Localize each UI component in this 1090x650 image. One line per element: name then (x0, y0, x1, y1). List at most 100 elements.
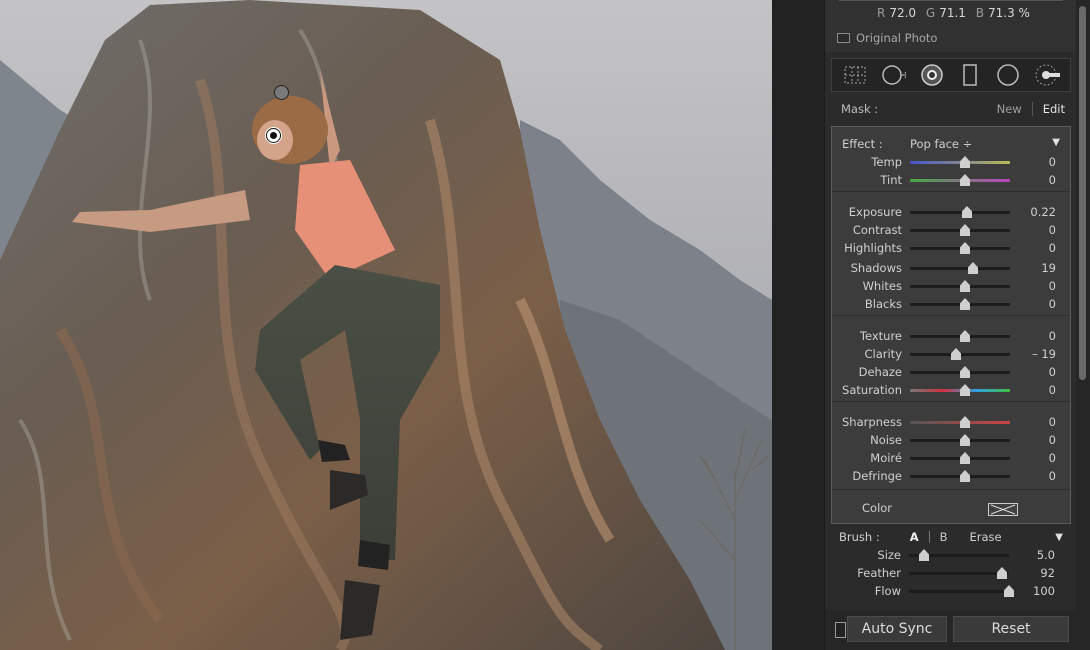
slider-track[interactable] (910, 285, 1010, 288)
slider-value[interactable]: 0 (1049, 415, 1056, 429)
slider-value[interactable]: 0 (1049, 279, 1056, 293)
original-photo-checkbox[interactable] (837, 33, 850, 43)
brush-collapse-triangle-icon[interactable]: ▼ (1055, 532, 1063, 543)
group-separator (832, 315, 1070, 316)
slider-track[interactable] (910, 389, 1010, 392)
slider-row-clarity: Clarity – 19 (832, 345, 1070, 363)
slider-track[interactable] (909, 554, 1009, 557)
slider-value[interactable]: 92 (1040, 566, 1055, 580)
slider-row-moir: Moiré 0 (832, 449, 1070, 467)
slider-row-exposure: Exposure 0.22 (832, 203, 1070, 221)
photo-canvas[interactable] (0, 0, 772, 650)
slider-value[interactable]: 0 (1049, 223, 1056, 237)
slider-value[interactable]: 0 (1049, 451, 1056, 465)
slider-value[interactable]: 19 (1041, 261, 1056, 275)
slider-label: Defringe (852, 469, 902, 483)
slider-row-saturation: Saturation 0 (832, 381, 1070, 399)
slider-row-highlights: Highlights 0 (832, 239, 1070, 257)
slider-track[interactable] (910, 303, 1010, 306)
filmstrip-gutter (772, 0, 824, 650)
effect-collapse-triangle-icon[interactable]: ▼ (1052, 137, 1060, 148)
brush-b-tab[interactable]: B (940, 530, 948, 544)
slider-value[interactable]: 0 (1049, 383, 1056, 397)
slider-label: Flow (874, 584, 901, 598)
mask-pin-active-icon[interactable] (266, 128, 281, 143)
slider-value[interactable]: 0 (1049, 365, 1056, 379)
auto-sync-switch[interactable] (835, 622, 846, 638)
slider-track[interactable] (910, 371, 1010, 374)
slider-track[interactable] (910, 421, 1010, 424)
original-photo-toggle[interactable]: Original Photo (837, 31, 937, 45)
slider-value[interactable]: 0 (1049, 469, 1056, 483)
effect-preset-select[interactable]: Pop face ÷ (910, 137, 972, 151)
effect-panel: Effect : Pop face ÷ ▼ Temp 0 Tint 0 Exposure… (831, 126, 1071, 524)
slider-value[interactable]: 0 (1049, 241, 1056, 255)
spot-removal-icon[interactable] (880, 62, 907, 88)
mask-edit-button[interactable]: Edit (1033, 102, 1071, 116)
original-photo-label: Original Photo (856, 31, 938, 45)
rgb-readout: R 72.0 G 71.1 B 71.3 % (877, 6, 1036, 20)
slider-value[interactable]: 5.0 (1037, 548, 1055, 562)
slider-row-sharpness: Sharpness 0 (832, 413, 1070, 431)
slider-track[interactable] (910, 475, 1010, 478)
g-value: 71.1 (939, 6, 966, 20)
slider-track[interactable] (909, 590, 1009, 593)
slider-track[interactable] (910, 439, 1010, 442)
slider-track[interactable] (910, 247, 1010, 250)
slider-value[interactable]: 0 (1049, 297, 1056, 311)
slider-row-size: Size 5.0 (831, 546, 1069, 564)
slider-track[interactable] (910, 211, 1010, 214)
group-separator (832, 401, 1070, 402)
slider-value[interactable]: – 19 (1032, 347, 1056, 361)
brush-panel: Brush : A B Erase ▼ Size 5.0 Feather 92 Flow… (831, 524, 1071, 608)
slider-label: Clarity (864, 347, 902, 361)
mask-new-button[interactable]: New (997, 102, 1033, 116)
slider-value[interactable]: 100 (1033, 584, 1055, 598)
adjustment-brush-icon[interactable] (1034, 62, 1060, 88)
red-eye-icon[interactable] (919, 62, 945, 88)
slider-row-contrast: Contrast 0 (832, 221, 1070, 239)
slider-row-defringe: Defringe 0 (832, 467, 1070, 485)
brush-erase-tab[interactable]: Erase (970, 530, 1002, 544)
slider-label: Whites (862, 279, 902, 293)
slider-row-flow: Flow 100 (831, 582, 1069, 600)
slider-row-dehaze: Dehaze 0 (832, 363, 1070, 381)
slider-row-blacks: Blacks 0 (832, 295, 1070, 313)
slider-track[interactable] (910, 353, 1010, 356)
effect-label: Effect : (842, 137, 883, 151)
rgb-readout-area: R 72.0 G 71.1 B 71.3 % Original Photo (825, 0, 1077, 52)
panel-scrollbar-thumb[interactable] (1079, 6, 1086, 380)
slider-row-noise: Noise 0 (832, 431, 1070, 449)
crop-overlay-icon[interactable] (842, 62, 868, 88)
slider-track[interactable] (910, 335, 1010, 338)
slider-track[interactable] (910, 229, 1010, 232)
slider-track[interactable] (910, 267, 1010, 270)
mask-pin-icon[interactable] (274, 85, 289, 100)
slider-label: Contrast (852, 223, 902, 237)
slider-row-whites: Whites 0 (832, 277, 1070, 295)
slider-value[interactable]: 0 (1049, 155, 1056, 169)
slider-track[interactable] (909, 572, 1009, 575)
slider-label: Shadows (850, 261, 902, 275)
slider-value[interactable]: 0.22 (1030, 205, 1056, 219)
radial-filter-icon[interactable] (995, 62, 1021, 88)
brush-a-tab[interactable]: A (910, 530, 919, 544)
slider-track[interactable] (910, 179, 1010, 182)
slider-value[interactable]: 0 (1049, 433, 1056, 447)
develop-panel: R 72.0 G 71.1 B 71.3 % Original Photo Mask (824, 0, 1077, 650)
slider-track[interactable] (910, 161, 1010, 164)
slider-track[interactable] (910, 457, 1010, 460)
slider-label: Temp (871, 155, 902, 169)
auto-sync-button[interactable]: Auto Sync (847, 616, 947, 642)
slider-label: Tint (880, 173, 902, 187)
group-separator (832, 191, 1070, 192)
slider-label: Feather (857, 566, 901, 580)
b-label: B (975, 6, 984, 20)
color-swatch[interactable] (988, 503, 1018, 516)
reset-button[interactable]: Reset (953, 616, 1069, 642)
slider-label: Noise (870, 433, 902, 447)
slider-value[interactable]: 0 (1049, 329, 1056, 343)
slider-value[interactable]: 0 (1049, 173, 1056, 187)
graduated-filter-icon[interactable] (957, 62, 983, 88)
slider-label: Moiré (870, 451, 902, 465)
